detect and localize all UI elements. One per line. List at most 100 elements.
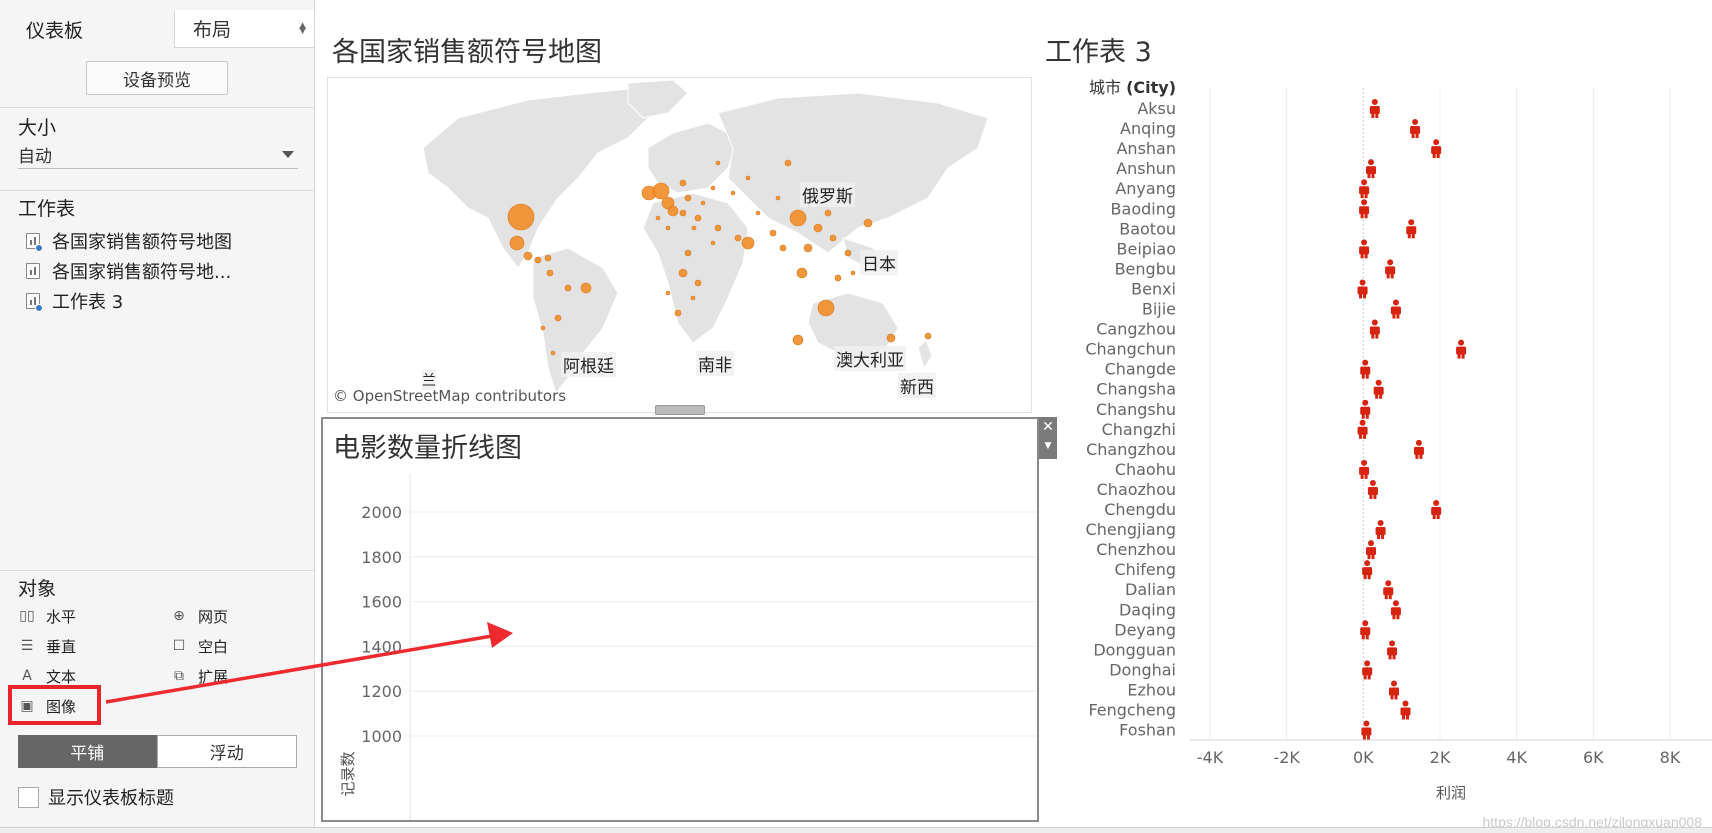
marker-body [1389,687,1399,696]
sales-symbol [817,299,835,317]
worksheet-item-label: 工作表 3 [52,292,124,313]
x-tick-label: 8K [1660,748,1681,767]
sales-symbol [779,244,787,252]
marker-head [1368,159,1374,166]
marker-body [1357,286,1368,295]
person-marker [1359,179,1370,199]
marker-leg [1363,674,1367,680]
worksheets-section-title: 工作表 [18,198,76,220]
sales-symbol [534,256,542,264]
resize-handle[interactable] [655,405,705,415]
marker-head [1363,720,1370,727]
city-label: Changde [1105,360,1176,379]
marker-leg [1366,734,1370,740]
marker-leg [1360,253,1364,259]
person-marker [1410,119,1421,139]
sales-symbol [886,333,896,343]
map-attribution[interactable]: © OpenStreetMap contributors [333,387,566,405]
sales-symbol [544,254,552,262]
marker-leg [1369,493,1373,499]
footer-bar [0,827,1712,833]
marker-leg [1406,714,1409,720]
marker-head [1364,660,1371,667]
marker-body [1390,607,1401,616]
marker-head [1361,459,1368,466]
object-web-page[interactable]: ⊕ 网页 [170,605,228,627]
continent-shape [717,92,989,254]
object-blank[interactable]: ☐ 空白 [170,635,228,657]
sales-symbol [684,194,692,202]
marker-leg [1377,534,1381,540]
sales-symbol [694,279,702,287]
marker-head [1377,520,1384,527]
marker-body [1359,206,1370,215]
show-dashboard-title-option[interactable]: 显示仪表板标题 [18,784,174,810]
marker-head [1391,680,1397,687]
marker-body [1361,727,1372,736]
marker-leg [1373,493,1377,499]
city-label: Changzhou [1086,440,1176,459]
marker-head [1458,339,1465,346]
city-label: Anqing [1120,119,1176,138]
size-dropdown[interactable]: 自动 [18,141,298,169]
person-marker [1366,540,1376,560]
person-marker [1373,379,1384,399]
map-label: 新西 [898,373,936,398]
sales-symbol [690,295,696,301]
marker-body [1456,346,1467,355]
marker-leg [1392,654,1396,660]
object-extension[interactable]: ⧉ 扩展 [170,665,228,687]
worksheet-icon [26,263,40,279]
sales-symbol [655,215,661,221]
marker-leg [1415,133,1419,139]
tab-layout[interactable]: 布局 ▲ ▼ [174,10,315,48]
person-marker [1390,600,1401,620]
tiled-button[interactable]: 平铺 [18,735,157,768]
x-axis-label: 利润 [1436,784,1466,802]
person-marker [1366,159,1376,179]
marker-leg [1384,594,1388,600]
y-tick-label: 2000 [361,503,402,522]
marker-head [1362,620,1369,627]
marker-leg [1388,654,1392,660]
marker-head [1385,580,1392,587]
continent-shape [917,339,933,370]
divider [0,570,315,571]
marker-head [1375,379,1382,386]
device-preview-button[interactable]: 设备预览 [86,61,228,95]
symbol-map[interactable]: 俄罗斯 日本 阿根廷 南非 澳大利亚 新西 兰 © OpenStreetMap … [327,77,1032,413]
object-vertical[interactable]: ☰ 垂直 [18,635,76,657]
show-title-checkbox[interactable] [18,786,39,808]
map-label: 阿根廷 [561,352,616,377]
object-horizontal[interactable]: ▯▯ 水平 [18,605,76,627]
object-label: 水平 [46,607,77,626]
marker-body [1359,246,1370,255]
object-text[interactable]: A 文本 [18,665,76,687]
city-label: Anyang [1115,179,1176,198]
person-marker [1400,700,1411,720]
x-tick-label: -4K [1197,748,1224,767]
floating-button[interactable]: 浮动 [156,735,297,768]
marker-leg [1364,213,1368,219]
marker-leg [1394,694,1398,700]
sales-symbol [710,240,716,246]
worksheet-item[interactable]: 各国家销售额符号地图 [26,228,232,254]
person-marker [1369,99,1380,118]
marker-body [1375,527,1386,536]
marker-body [1410,126,1421,135]
x-tick-label: 6K [1583,748,1604,767]
marker-leg [1396,614,1400,620]
worksheet-item[interactable]: 工作表 3 [26,288,123,314]
tab-dashboard[interactable]: 仪表板 [0,10,174,48]
marker-leg [1379,393,1383,399]
floating-line-chart-view[interactable]: 电影数量折线图 2000 1800 1600 1400 1200 1000 记录数 [321,417,1039,822]
city-label: Chaohu [1115,460,1176,479]
sort-updown-icon: ▲ ▼ [299,21,306,36]
sales-symbol [580,282,592,294]
marker-body [1362,567,1373,576]
worksheet-item[interactable]: 各国家销售额符号地... [26,258,231,284]
marker-leg [1367,173,1371,179]
person-marker [1456,339,1467,359]
sales-symbol [674,309,682,317]
marker-head [1408,219,1415,226]
